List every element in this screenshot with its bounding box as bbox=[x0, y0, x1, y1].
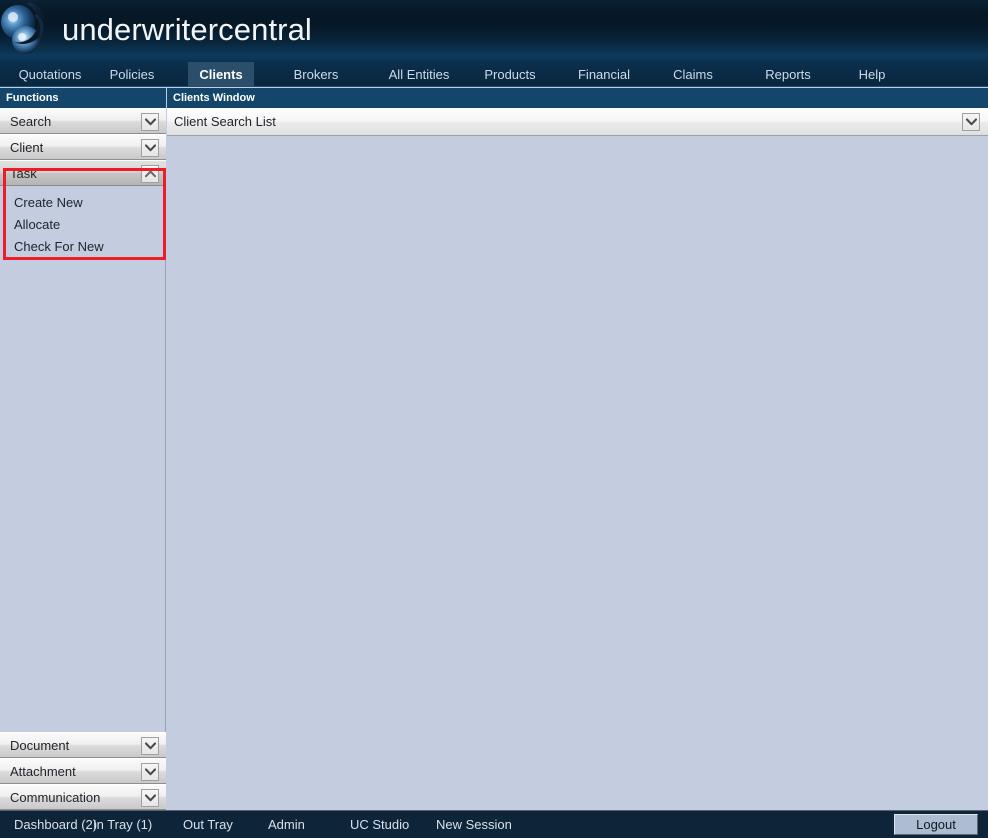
status-item-new-session[interactable]: New Session bbox=[436, 811, 512, 838]
sidebar-section-task-label: Task bbox=[10, 166, 37, 181]
status-item-uc-studio[interactable]: UC Studio bbox=[350, 811, 409, 838]
client-search-list-bar[interactable]: Client Search List bbox=[167, 108, 988, 136]
sidebar-item-allocate[interactable]: Allocate bbox=[0, 214, 165, 236]
sidebar-item-create-new[interactable]: Create New bbox=[0, 192, 165, 214]
brand-title: underwritercentral bbox=[62, 12, 312, 47]
sidebar-section-client[interactable]: Client bbox=[0, 134, 166, 160]
nav-tab-quotations[interactable]: Quotations bbox=[8, 62, 92, 87]
status-item-out-tray[interactable]: Out Tray bbox=[183, 811, 233, 838]
chevron-down-icon[interactable] bbox=[141, 763, 159, 781]
clients-window-empty-area bbox=[167, 136, 988, 810]
nav-tab-reports[interactable]: Reports bbox=[754, 62, 822, 87]
nav-tab-policies[interactable]: Policies bbox=[96, 62, 168, 87]
sidebar-bottom-sections: Document Attachment Communication bbox=[0, 732, 166, 810]
status-item-dashboard[interactable]: Dashboard (2) bbox=[14, 811, 97, 838]
sidebar-section-task-body: Create New Allocate Check For New bbox=[0, 186, 165, 266]
chevron-down-icon[interactable] bbox=[141, 113, 159, 131]
nav-tab-all-entities[interactable]: All Entities bbox=[378, 62, 460, 87]
sidebar-section-client-label: Client bbox=[10, 140, 44, 155]
sidebar-section-document[interactable]: Document bbox=[0, 732, 166, 758]
sidebar-section-attachment[interactable]: Attachment bbox=[0, 758, 166, 784]
chevron-up-icon[interactable] bbox=[141, 165, 159, 183]
application-window: underwritercentral Quotations Policies C… bbox=[0, 0, 988, 838]
sidebar-section-document-label: Document bbox=[10, 738, 70, 753]
nav-tab-clients[interactable]: Clients bbox=[188, 62, 254, 87]
nav-tab-help[interactable]: Help bbox=[848, 62, 896, 87]
swirl-logo-icon bbox=[1, 2, 46, 54]
chevron-down-icon[interactable] bbox=[141, 789, 159, 807]
chevron-down-icon[interactable] bbox=[141, 139, 159, 157]
main-navigation: Quotations Policies Clients Brokers All … bbox=[0, 62, 988, 87]
chevron-down-icon[interactable] bbox=[962, 113, 980, 131]
sidebar-section-attachment-label: Attachment bbox=[10, 764, 76, 779]
client-search-list-label: Client Search List bbox=[174, 114, 276, 129]
panel-header-row: Functions Clients Window bbox=[0, 88, 988, 108]
sidebar-section-search[interactable]: Search bbox=[0, 108, 166, 134]
logout-button[interactable]: Logout bbox=[894, 814, 978, 835]
sidebar-item-check-for-new[interactable]: Check For New bbox=[0, 236, 165, 258]
sidebar-section-communication[interactable]: Communication bbox=[0, 784, 166, 810]
brand-header: underwritercentral bbox=[0, 0, 988, 62]
functions-panel-title: Functions bbox=[0, 88, 166, 108]
status-item-admin[interactable]: Admin bbox=[268, 811, 305, 838]
nav-tab-products[interactable]: Products bbox=[474, 62, 546, 87]
status-bar: Dashboard (2) In Tray (1) Out Tray Admin… bbox=[0, 810, 988, 838]
sidebar-section-communication-label: Communication bbox=[10, 790, 101, 805]
functions-sidebar: Search Client Task Create New Allocate C… bbox=[0, 108, 166, 810]
clients-window-content: Client Search List bbox=[167, 108, 988, 810]
sidebar-section-search-label: Search bbox=[10, 114, 52, 129]
nav-tab-financial[interactable]: Financial bbox=[568, 62, 640, 87]
status-item-in-tray[interactable]: In Tray (1) bbox=[93, 811, 152, 838]
chevron-down-icon[interactable] bbox=[141, 737, 159, 755]
nav-tab-claims[interactable]: Claims bbox=[662, 62, 724, 87]
nav-tab-brokers[interactable]: Brokers bbox=[280, 62, 352, 87]
clients-window-panel-title: Clients Window bbox=[167, 88, 988, 108]
sidebar-section-task[interactable]: Task bbox=[0, 160, 166, 186]
